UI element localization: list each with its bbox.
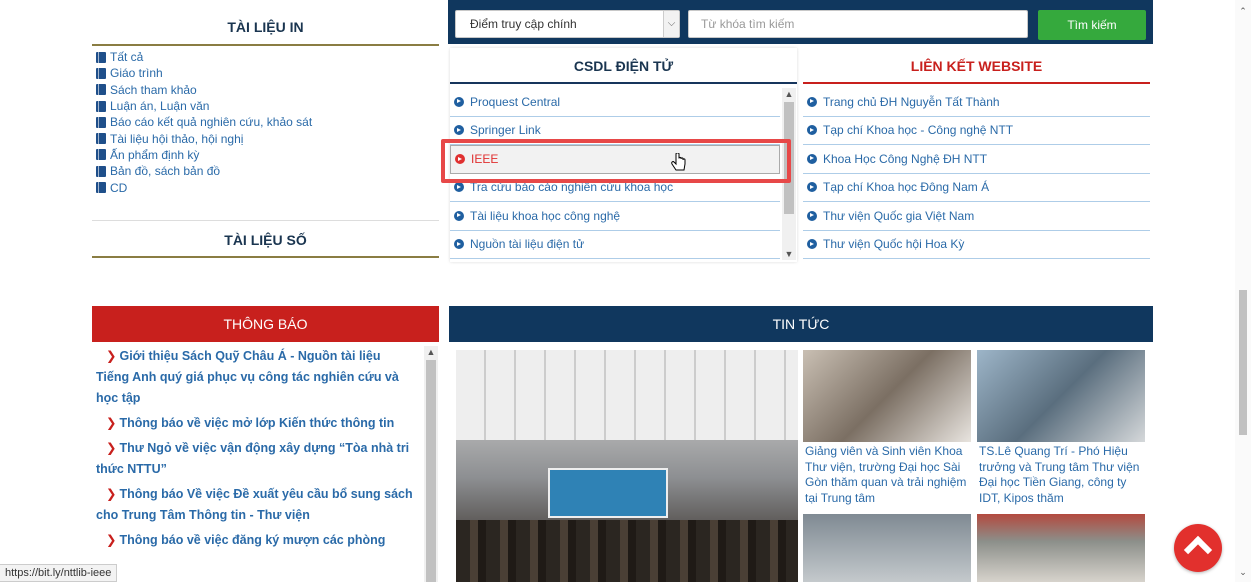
news-thumb-image[interactable] [977,514,1145,582]
notices-scrollbar[interactable]: ▲ [424,346,438,582]
link-item[interactable]: Thư viện Quốc hội Hoa Kỳ [803,231,1150,259]
scroll-thumb[interactable] [426,360,436,582]
scroll-up-icon[interactable]: ⌃ [1235,6,1251,17]
banner-graphic [548,468,668,518]
highlight-box [441,139,791,183]
links-list: Trang chủ ĐH Nguyễn Tất Thành Tạp chí Kh… [803,88,1150,259]
scroll-up-icon[interactable]: ▲ [424,346,438,358]
news-thumb-image[interactable] [803,514,971,582]
print-docs-title[interactable]: TÀI LIỆU IN [92,8,439,46]
csdl-item[interactable]: Proquest Central [450,88,780,117]
hand-cursor-icon [671,153,686,171]
arrow-circle-icon [807,210,817,221]
arrow-circle-icon [807,125,817,136]
search-scope-select[interactable]: Điểm truy cập chính ⌵ [455,10,680,38]
arrow-circle-icon [454,182,464,193]
book-icon [96,67,106,79]
print-doc-item[interactable]: Tài liệu hội thảo, hội nghị [96,130,436,146]
book-icon [96,84,106,96]
link-item[interactable]: Thư viện Quốc gia Việt Nam [803,202,1150,231]
notice-item[interactable]: ❯ Thư Ngỏ về việc vận động xây dựng “Tòa … [96,438,416,480]
digital-docs-title[interactable]: TÀI LIỆU SỐ [92,220,439,258]
links-panel: LIÊN KẾT WEBSITE Trang chủ ĐH Nguyễn Tất… [803,48,1150,262]
notice-item[interactable]: ❯ Giới thiệu Sách Quỹ Châu Á - Nguồn tài … [96,346,416,409]
back-to-top-icon [1183,535,1213,565]
notices-list: ❯ Giới thiệu Sách Quỹ Châu Á - Nguồn tài … [96,346,416,582]
book-icon [96,149,106,161]
print-docs-list: Tất cả Giáo trình Sách tham khảo Luận án… [96,49,436,196]
book-icon [96,182,106,194]
link-item[interactable]: Khoa Học Công Nghệ ĐH NTT [803,145,1150,174]
print-doc-item[interactable]: Giáo trình [96,65,436,81]
book-icon [96,133,106,145]
chevron-down-icon: ⌵ [663,11,679,37]
back-to-top-button[interactable] [1174,524,1222,572]
arrow-circle-icon [807,153,817,164]
print-doc-item[interactable]: Sách tham khảo [96,82,436,98]
arrow-circle-icon [454,125,464,136]
print-docs-panel: TÀI LIỆU IN Tất cả Giáo trình Sách tham … [92,8,439,258]
status-url: https://bit.ly/nttlib-ieee [0,564,118,582]
arrow-circle-icon [807,239,817,250]
chevron-right-icon: ❯ [106,349,117,363]
news-caption[interactable]: TS.Lê Quang Trí - Phó Hiệu trưởng và Tru… [979,444,1147,508]
scroll-up-icon[interactable]: ▲ [782,88,796,100]
book-icon [96,51,106,63]
arrow-circle-icon [454,210,464,221]
notices-title: THÔNG BÁO [92,306,439,342]
print-doc-item[interactable]: CD [96,179,436,195]
chevron-right-icon: ❯ [106,487,117,501]
news-thumb-image[interactable] [977,350,1145,442]
search-scope-value: Điểm truy cập chính [470,17,577,31]
print-doc-item[interactable]: Ấn phẩm định kỳ [96,147,436,163]
links-title: LIÊN KẾT WEBSITE [803,48,1150,84]
notice-item[interactable]: ❯ Thông báo Về việc Đề xuất yêu cầu bổ su… [96,484,416,526]
arrow-circle-icon [807,182,817,193]
news-main-image[interactable] [456,350,798,582]
link-item[interactable]: Trang chủ ĐH Nguyễn Tất Thành [803,88,1150,117]
page-scrollbar[interactable]: ⌃ ⌄ [1235,0,1251,582]
chevron-right-icon: ❯ [106,533,117,547]
scroll-down-icon[interactable]: ⌄ [1235,567,1251,578]
chevron-right-icon: ❯ [106,441,117,455]
notice-item[interactable]: ❯ Thông báo về việc đăng ký mượn các phòn… [96,530,416,551]
csdl-item[interactable]: Nguồn tài liệu điện tử [450,231,780,259]
csdl-title: CSDL ĐIỆN TỬ [450,48,797,84]
audience-graphic [456,520,798,582]
book-icon [96,116,106,128]
notice-item[interactable]: ❯ Thông báo về việc mở lớp Kiến thức thôn… [96,413,416,434]
news-caption[interactable]: Giảng viên và Sinh viên Khoa Thư viện, t… [805,444,973,508]
keyword-input[interactable]: Từ khóa tìm kiếm [688,10,1028,38]
csdl-item[interactable]: Tài liệu khoa học công nghệ [450,202,780,231]
ceiling-graphic [456,350,798,440]
arrow-circle-icon [454,96,464,107]
arrow-circle-icon [454,239,464,250]
book-icon [96,100,106,112]
link-item[interactable]: Tạp chí Khoa học - Công nghệ NTT [803,117,1150,145]
scroll-thumb[interactable] [1239,290,1247,435]
print-doc-item[interactable]: Tất cả [96,49,436,65]
arrow-circle-icon [807,96,817,107]
news-title: TIN TỨC [449,306,1153,342]
search-button[interactable]: Tìm kiếm [1038,10,1146,40]
news-thumb-image[interactable] [803,350,971,442]
book-icon [96,165,106,177]
scroll-down-icon[interactable]: ▼ [782,248,796,260]
print-doc-item[interactable]: Báo cáo kết quả nghiên cứu, khảo sát [96,114,436,130]
print-doc-item[interactable]: Bản đồ, sách bản đồ [96,163,436,179]
chevron-right-icon: ❯ [106,416,117,430]
print-doc-item[interactable]: Luận án, Luận văn [96,98,436,114]
link-item[interactable]: Tạp chí Khoa học Đông Nam Á [803,174,1150,202]
